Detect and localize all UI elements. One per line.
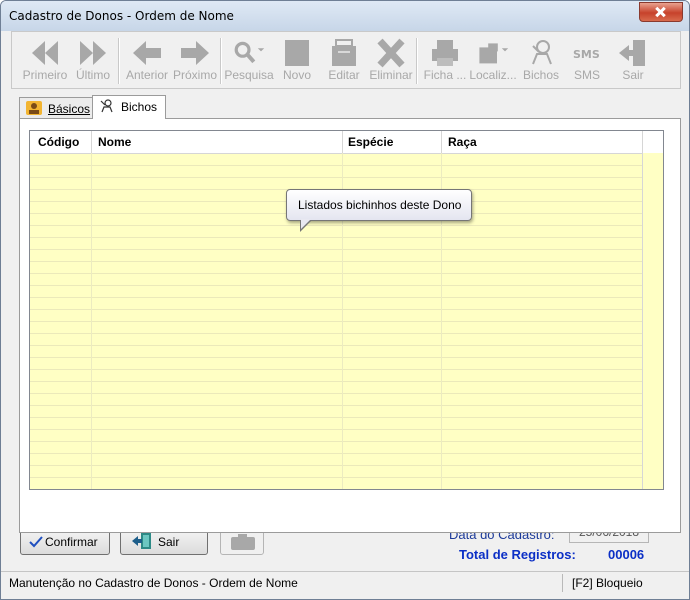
- client-area: Primeiro Último Anterior Próximo Pesquis…: [9, 31, 681, 591]
- delete-label: Eliminar: [369, 68, 413, 82]
- app-window: Cadastro de Donos - Ordem de Nome Primei…: [0, 0, 690, 600]
- tooltip-pointer: [300, 219, 312, 232]
- record-sheet-button[interactable]: Ficha ...: [418, 36, 472, 86]
- printer-icon: [432, 40, 458, 66]
- svg-text:SMS: SMS: [573, 48, 600, 61]
- edit-button[interactable]: Editar: [317, 36, 371, 86]
- locate-button[interactable]: Localiz...: [466, 36, 520, 86]
- edit-document-icon: [332, 39, 356, 66]
- column-header-especie[interactable]: Espécie: [348, 135, 393, 149]
- dog-icon: [100, 99, 113, 113]
- tab-bichos-label: Bichos: [121, 100, 158, 114]
- previous-label: Anterior: [125, 68, 169, 82]
- dog-icon: [532, 40, 552, 65]
- previous-button[interactable]: Anterior: [120, 36, 174, 86]
- grid-header: Código Nome Espécie Raça: [30, 131, 663, 154]
- pets-grid[interactable]: Código Nome Espécie Raça: [29, 130, 664, 490]
- window-title: Cadastro de Donos - Ordem de Nome: [9, 9, 234, 23]
- locate-label: Localiz...: [469, 68, 517, 82]
- new-button[interactable]: Novo: [270, 36, 324, 86]
- new-document-icon: [285, 40, 309, 66]
- exit-door-icon: [619, 40, 645, 66]
- magnifier-icon: [234, 41, 265, 64]
- arrow-left-icon: [133, 41, 161, 65]
- column-header-raca[interactable]: Raça: [448, 135, 477, 149]
- record-sheet-label: Ficha ...: [423, 68, 467, 82]
- status-divider: [562, 574, 563, 592]
- edit-label: Editar: [328, 68, 360, 82]
- exit-toolbar-button[interactable]: Sair: [606, 36, 660, 86]
- grid-filler: [642, 153, 663, 489]
- toolbar: Primeiro Último Anterior Próximo Pesquis…: [11, 31, 681, 89]
- tooltip: Listados bichinhos deste Dono: [286, 189, 472, 232]
- tab-panel-bichos: Código Nome Espécie Raça Listados bichin…: [19, 118, 681, 533]
- column-divider: [342, 131, 343, 153]
- last-button[interactable]: Último: [66, 36, 120, 86]
- column-divider: [642, 131, 643, 153]
- exit-toolbar-label: Sair: [622, 68, 644, 82]
- confirm-label: Confirmar: [45, 535, 98, 549]
- tab-basicos-label: Básicos: [48, 102, 91, 116]
- next-label: Próximo: [172, 68, 217, 82]
- exit-label: Sair: [158, 535, 180, 549]
- tooltip-text: Listados bichinhos deste Dono: [298, 198, 462, 212]
- column-header-codigo[interactable]: Código: [38, 135, 79, 149]
- total-label: Total de Registros:: [459, 547, 576, 562]
- title-bar[interactable]: Cadastro de Donos - Ordem de Nome: [1, 1, 689, 31]
- column-divider: [441, 131, 442, 153]
- column-header-nome[interactable]: Nome: [98, 135, 131, 149]
- double-arrow-right-icon: [80, 41, 106, 65]
- sms-icon: SMS: [573, 48, 600, 61]
- tab-bichos[interactable]: Bichos: [92, 95, 166, 119]
- status-message: Manutenção no Cadastro de Donos - Ordem …: [9, 576, 298, 590]
- first-label: Primeiro: [22, 68, 68, 82]
- person-card-icon: [26, 101, 42, 115]
- double-arrow-left-icon: [32, 41, 58, 65]
- total-value: 00006: [608, 547, 645, 562]
- status-shortcut: [F2] Bloqueio: [572, 576, 643, 590]
- close-button[interactable]: [639, 2, 683, 22]
- column-divider: [91, 131, 92, 153]
- search-label: Pesquisa: [224, 68, 274, 82]
- search-button[interactable]: Pesquisa: [222, 36, 276, 86]
- last-label: Último: [75, 68, 110, 82]
- locate-folder-icon: [479, 43, 509, 64]
- delete-button[interactable]: Eliminar: [364, 36, 418, 86]
- tab-basicos[interactable]: Básicos: [19, 97, 93, 118]
- status-bar: Manutenção no Cadastro de Donos - Ordem …: [1, 571, 689, 594]
- next-button[interactable]: Próximo: [168, 36, 222, 86]
- new-label: Novo: [282, 68, 311, 82]
- exit-door-icon: [132, 533, 151, 549]
- arrow-right-icon: [181, 41, 209, 65]
- delete-x-icon: [377, 38, 405, 68]
- first-button[interactable]: Primeiro: [18, 36, 72, 86]
- column-line: [91, 153, 92, 489]
- check-icon: [29, 536, 43, 548]
- camera-icon: [231, 534, 255, 550]
